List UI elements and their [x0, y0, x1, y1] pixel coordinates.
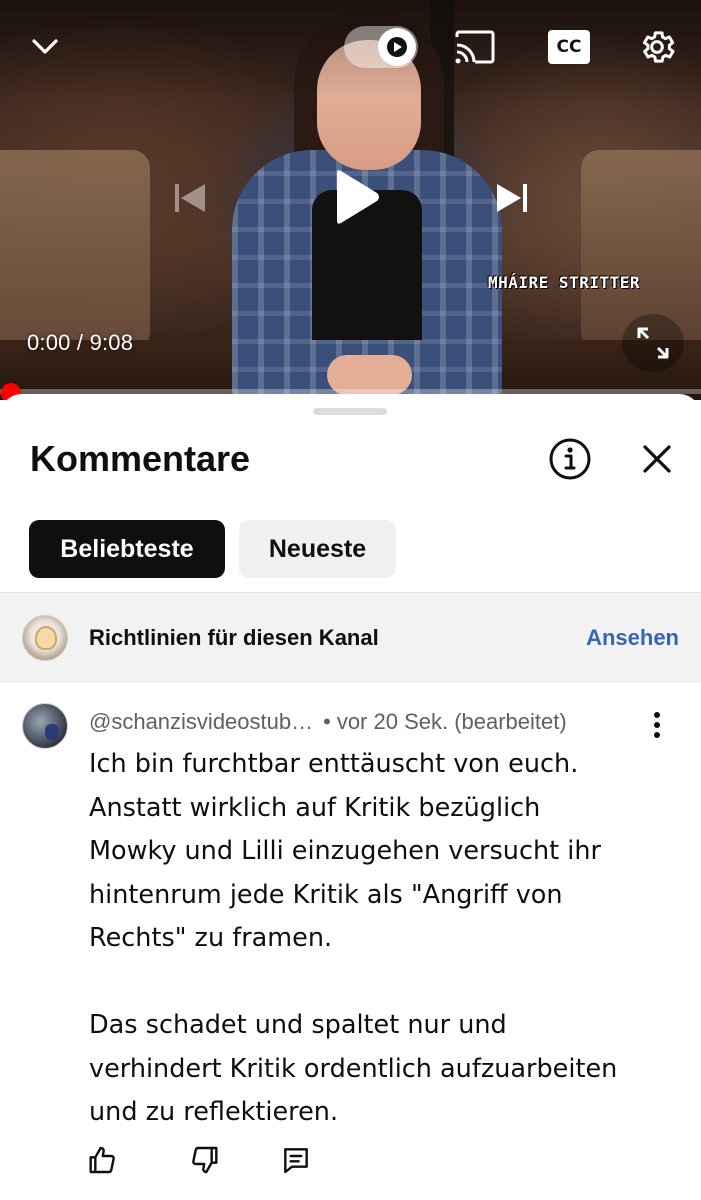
autoplay-toggle[interactable] [344, 26, 418, 68]
view-guidelines-link[interactable]: Ansehen [586, 625, 679, 651]
time-display: 0:00 / 9:08 [27, 330, 133, 356]
time-separator: / [70, 330, 90, 355]
gear-icon [643, 31, 675, 63]
comment-line: und zu reflektieren. [89, 1097, 339, 1127]
cast-icon [455, 30, 495, 64]
comments-title: Kommentare [30, 438, 251, 479]
comment-line: verhindert Kritik ordentlich aufzuarbeit… [89, 1053, 618, 1084]
comment-line: Mowky und Lilli einzugehen versucht ihr [89, 836, 601, 866]
comment-menu-button[interactable] [644, 707, 670, 743]
skip-next-icon [497, 184, 527, 212]
captions-button[interactable]: CC [548, 29, 590, 65]
next-video-button[interactable] [488, 176, 536, 220]
comments-sheet: Kommentare Beliebteste Neueste Richtlini… [0, 394, 701, 1200]
meta-separator: • [323, 709, 331, 734]
dislike-button[interactable] [185, 1140, 225, 1180]
comment-line: hintenrum jede Kritik als "Angriff von [89, 879, 563, 910]
current-time: 0:00 [27, 330, 71, 355]
cast-button[interactable] [451, 26, 499, 68]
channel-avatar [22, 615, 68, 661]
thumb-up-icon [89, 1146, 115, 1174]
comment-author[interactable]: @schanzisvideostub… [89, 709, 313, 734]
fullscreen-icon [637, 327, 669, 359]
avatar[interactable] [22, 703, 68, 749]
settings-button[interactable] [634, 24, 680, 70]
info-icon [549, 438, 591, 480]
collapse-player-button[interactable] [24, 26, 66, 68]
chip-top-comments[interactable]: Beliebteste [29, 520, 225, 578]
reply-button[interactable] [276, 1140, 316, 1180]
like-button[interactable] [82, 1140, 122, 1180]
comment-line: Ich bin furchtbar enttäuscht von euch. [89, 749, 579, 779]
previous-video-button[interactable] [166, 176, 214, 220]
video-watermark: MHÁIRE STRITTER [488, 273, 640, 292]
close-button[interactable] [636, 438, 678, 480]
cc-icon: CC [548, 30, 590, 64]
comment-text: Ich bin furchtbar enttäuscht von euch. A… [89, 743, 649, 1135]
play-button[interactable] [320, 162, 390, 232]
chip-newest[interactable]: Neueste [239, 520, 396, 578]
play-icon [337, 170, 379, 224]
channel-guidelines-row[interactable]: Richtlinien für diesen Kanal Ansehen [0, 593, 701, 683]
comment-timestamp: vor 20 Sek. (bearbeitet) [336, 709, 567, 734]
thumb-down-icon [192, 1146, 218, 1174]
close-icon [643, 445, 671, 473]
autoplay-toggle-icon [378, 28, 416, 66]
comment-reply-icon [284, 1148, 308, 1174]
total-duration: 9:08 [89, 330, 134, 355]
sheet-drag-handle[interactable] [313, 408, 387, 415]
chevron-down-icon [32, 39, 58, 54]
video-frame-sofa-left [0, 150, 150, 350]
comment-line: Anstatt wirklich auf Kritik bezüglich [89, 792, 541, 823]
guidelines-text: Richtlinien für diesen Kanal [89, 625, 379, 650]
more-vertical-icon [654, 712, 660, 738]
comment-meta: @schanzisvideostub… • vor 20 Sek. (bearbei… [89, 709, 567, 735]
skip-previous-icon [175, 184, 205, 212]
comment-item: @schanzisvideostub… • vor 20 Sek. (bearbei… [0, 683, 701, 1200]
info-button[interactable] [547, 436, 593, 482]
video-player[interactable]: MHÁIRE STRITTER CC 0:00 / 9:08 [0, 0, 701, 400]
fullscreen-button[interactable] [622, 314, 684, 372]
comment-line: Das schadet und spaltet nur und [89, 1010, 507, 1040]
comment-line: Rechts" zu framen. [89, 923, 333, 953]
